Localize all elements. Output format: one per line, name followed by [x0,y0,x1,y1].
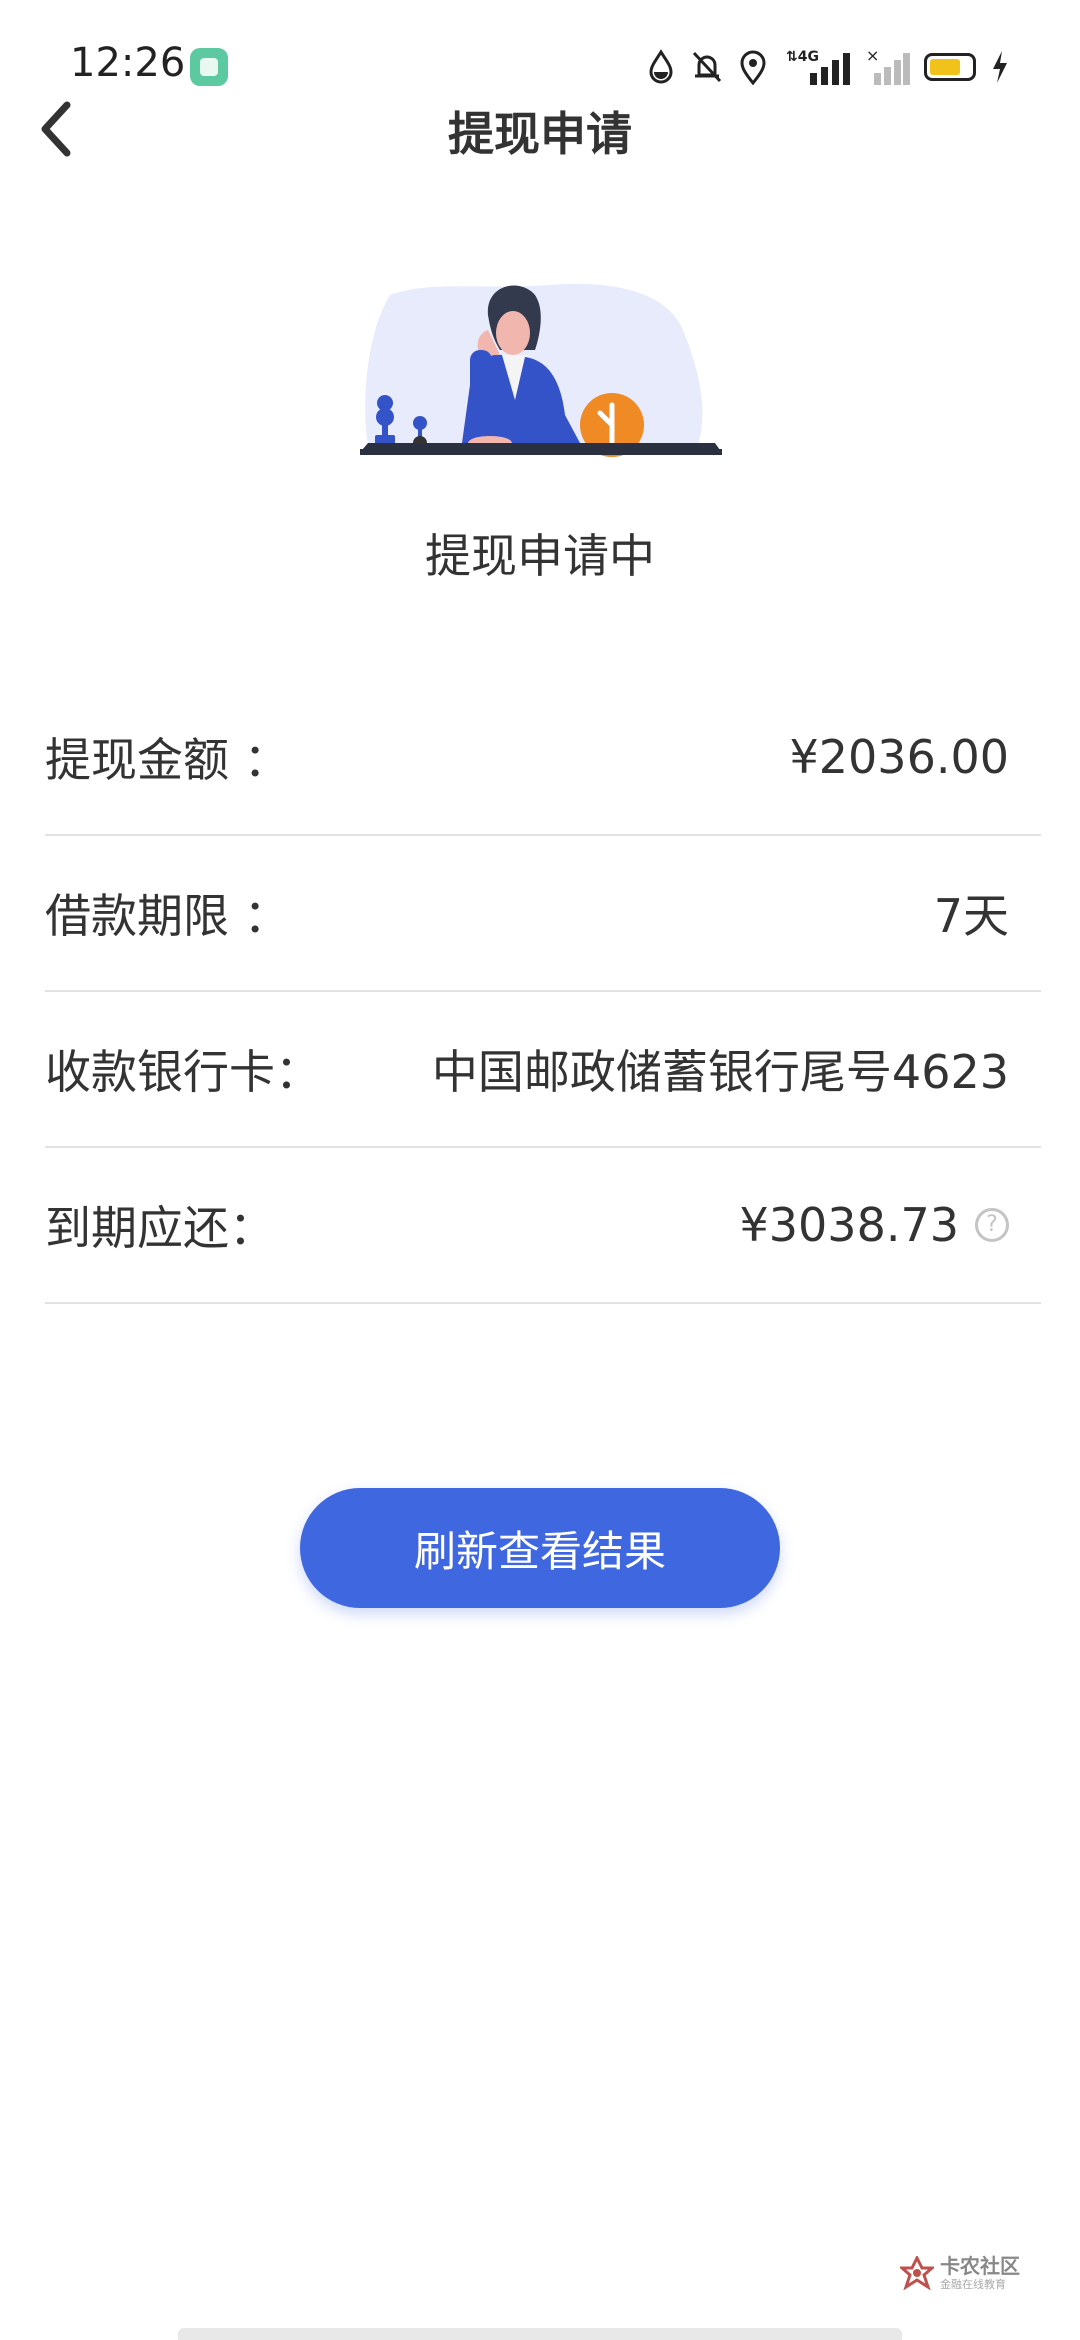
withdraw-amount-row: 提现金额 ： ¥2036.00 [45,680,1041,836]
help-icon[interactable]: ? [975,1208,1009,1242]
battery-icon [924,53,976,81]
svg-text:×: × [866,47,879,65]
home-indicator[interactable] [178,2328,902,2340]
signal-none-icon: × [866,47,910,85]
location-icon [740,50,766,85]
bank-card-label: 收款银行卡： [45,1045,321,1099]
watermark-title: 卡农社区 [940,2254,1020,2278]
status-time: 12:26 [70,40,186,86]
status-text: 提现申请中 [425,529,655,583]
nav-bar: 提现申请 [0,90,1080,170]
info-list: 提现金额 ： ¥2036.00 借款期限 ： 7天 收款银行卡： 中国邮政储蓄银… [45,680,1041,1304]
bank-card-value: 中国邮政储蓄银行尾号4623 [431,1045,1009,1099]
waiting-illustration [360,283,722,457]
watermark-subtitle: 金融在线教育 [940,2278,1006,2291]
drop-icon [649,49,673,84]
repayment-due-value: ¥3038.73 [739,1198,960,1252]
status-icons: ⇅4G × [646,44,1010,90]
refresh-result-button[interactable]: 刷新查看结果 [300,1488,780,1608]
withdraw-amount-label: 提现金额 ： [45,733,290,787]
watermark-logo: 卡农社区 金融在线教育 [900,2248,1040,2298]
bell-muted-icon [692,51,722,83]
loan-term-label: 借款期限 ： [45,889,290,943]
bank-card-row: 收款银行卡： 中国邮政储蓄银行尾号4623 [45,992,1041,1148]
kanong-logo-icon [900,2256,934,2290]
repayment-due-row: 到期应还： ¥3038.73 ? [45,1148,1041,1304]
repayment-due-value-group: ¥3038.73 ? [739,1198,1009,1252]
withdraw-amount-value: ¥2036.00 [789,730,1010,784]
page-title: 提现申请 [448,107,632,161]
loan-term-row: 借款期限 ： 7天 [45,836,1041,992]
charging-icon [993,51,1007,83]
app-notification-icon [190,48,228,86]
loan-term-value: 7天 [933,889,1009,943]
repayment-due-label: 到期应还： [45,1201,275,1255]
svg-text:⇅4G: ⇅4G [786,49,819,65]
signal-4g-icon: ⇅4G [786,49,850,85]
watermark-text: 卡农社区 金融在线教育 [940,2256,1020,2290]
